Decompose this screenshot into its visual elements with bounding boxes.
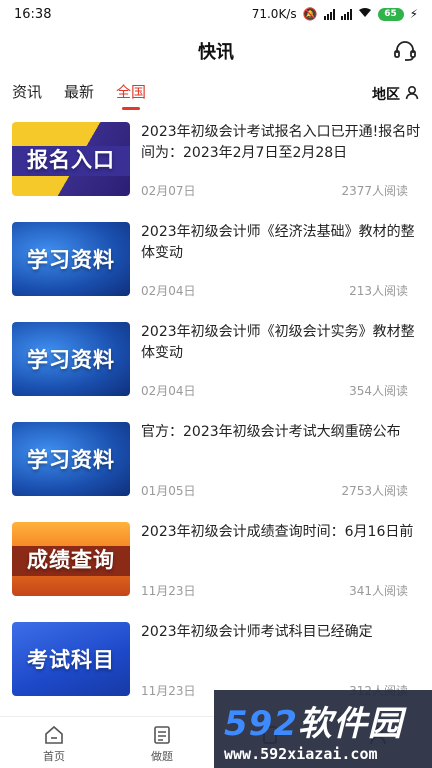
region-label: 地区 bbox=[372, 87, 400, 103]
home-icon bbox=[44, 725, 64, 745]
news-thumbnail: 考试科目 bbox=[12, 622, 130, 696]
thumbnail-label: 学习资料 bbox=[27, 448, 115, 472]
news-thumbnail: 学习资料 bbox=[12, 322, 130, 396]
thumbnail-label: 考试科目 bbox=[27, 648, 115, 672]
news-thumbnail: 报名入口 bbox=[12, 122, 130, 196]
practice-icon bbox=[152, 725, 172, 745]
news-views: 2377人阅读 bbox=[341, 184, 408, 198]
status-icons: 71.0K/s 🔕 65 ⚡ bbox=[252, 7, 418, 21]
news-date: 11月23日 bbox=[141, 684, 196, 698]
signal-icon bbox=[323, 8, 335, 20]
news-date: 01月05日 bbox=[141, 484, 196, 498]
tab-national[interactable]: 全国 bbox=[116, 74, 146, 114]
news-date: 02月07日 bbox=[141, 184, 196, 198]
thumbnail-label: 学习资料 bbox=[27, 348, 115, 372]
thumbnail-label: 学习资料 bbox=[27, 248, 115, 272]
region-selector[interactable]: 地区 bbox=[372, 84, 420, 104]
nav-practice-label: 做题 bbox=[151, 750, 173, 763]
tab-latest[interactable]: 最新 bbox=[64, 74, 94, 114]
nav-home[interactable]: 首页 bbox=[0, 717, 108, 768]
news-item[interactable]: 学习资料 官方：2023年初级会计考试大纲重磅公布 01月05日 2753人阅读 bbox=[0, 414, 432, 514]
news-date: 11月23日 bbox=[141, 584, 196, 598]
watermark-brand-text: 软件园 bbox=[297, 703, 403, 744]
nav-home-label: 首页 bbox=[43, 750, 65, 763]
news-views: 341人阅读 bbox=[349, 584, 408, 598]
status-time: 16:38 bbox=[14, 6, 52, 22]
watermark-brand: 592软件园 bbox=[224, 696, 432, 745]
news-views: 354人阅读 bbox=[349, 384, 408, 398]
news-views: 213人阅读 bbox=[349, 284, 408, 298]
news-date: 02月04日 bbox=[141, 284, 196, 298]
battery-icon: 65 bbox=[377, 7, 404, 21]
news-title: 2023年初级会计师《经济法基础》教材的整体变动 bbox=[141, 224, 415, 261]
tab-news[interactable]: 资讯 bbox=[12, 74, 42, 114]
news-item[interactable]: 成绩查询 2023年初级会计成绩查询时间：6月16日前 11月23日 341人阅… bbox=[0, 514, 432, 614]
news-thumbnail: 学习资料 bbox=[12, 422, 130, 496]
news-thumbnail: 学习资料 bbox=[12, 222, 130, 296]
news-title: 官方：2023年初级会计考试大纲重磅公布 bbox=[141, 424, 401, 440]
status-bar: 16:38 71.0K/s 🔕 65 ⚡ bbox=[0, 0, 432, 28]
watermark-brand-number: 592 bbox=[224, 703, 298, 744]
news-thumbnail: 成绩查询 bbox=[12, 522, 130, 596]
net-speed: 71.0K/s bbox=[251, 7, 297, 21]
page-title: 快讯 bbox=[198, 42, 234, 63]
news-item[interactable]: 学习资料 2023年初级会计师《经济法基础》教材的整体变动 02月04日 213… bbox=[0, 214, 432, 314]
news-date: 02月04日 bbox=[141, 384, 196, 398]
news-list: 报名入口 2023年初级会计考试报名入口已开通!报名时间为：2023年2月7日至… bbox=[0, 114, 432, 714]
news-title: 2023年初级会计师考试科目已经确定 bbox=[141, 624, 373, 640]
news-title: 2023年初级会计考试报名入口已开通!报名时间为：2023年2月7日至2月28日 bbox=[141, 124, 421, 161]
news-views: 2753人阅读 bbox=[341, 484, 408, 498]
news-item[interactable]: 学习资料 2023年初级会计师《初级会计实务》教材整体变动 02月04日 354… bbox=[0, 314, 432, 414]
site-watermark: 592软件园 www.592xiazai.com bbox=[214, 690, 432, 768]
news-item[interactable]: 报名入口 2023年初级会计考试报名入口已开通!报名时间为：2023年2月7日至… bbox=[0, 114, 432, 214]
thumbnail-label: 成绩查询 bbox=[27, 548, 115, 572]
thumbnail-label: 报名入口 bbox=[27, 148, 115, 172]
nav-practice[interactable]: 做题 bbox=[108, 717, 216, 768]
mute-icon: 🔕 bbox=[302, 7, 318, 21]
app-header: 快讯 bbox=[0, 28, 432, 74]
wifi-icon bbox=[358, 7, 372, 21]
category-tabs: 资讯 最新 全国 地区 bbox=[0, 74, 432, 114]
user-location-icon bbox=[404, 84, 420, 104]
news-title: 2023年初级会计师《初级会计实务》教材整体变动 bbox=[141, 324, 415, 361]
headset-icon[interactable] bbox=[392, 38, 418, 64]
charging-icon: ⚡ bbox=[409, 7, 418, 21]
news-title: 2023年初级会计成绩查询时间：6月16日前 bbox=[141, 524, 414, 540]
signal-icon-2 bbox=[340, 8, 352, 20]
watermark-url: www.592xiazai.com bbox=[224, 744, 378, 763]
